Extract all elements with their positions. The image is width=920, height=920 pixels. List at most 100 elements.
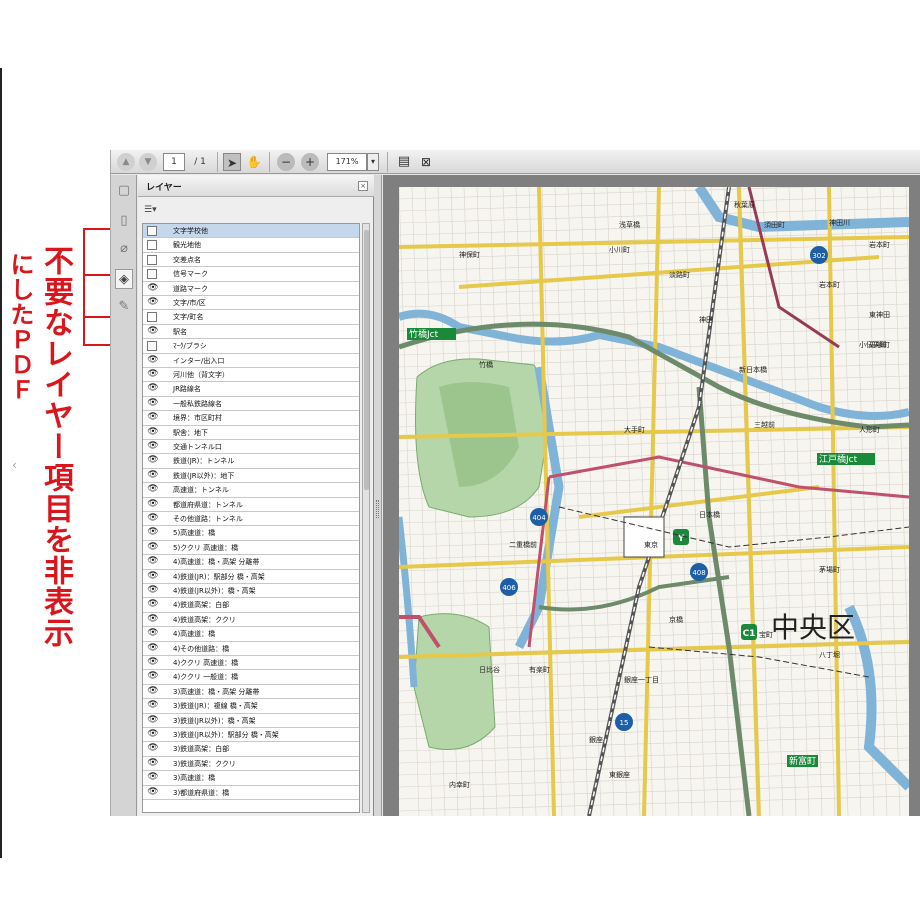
eye-icon[interactable]: 👁 xyxy=(147,643,159,653)
layer-row[interactable]: 👁 道路マーク xyxy=(143,281,359,296)
pages-icon[interactable]: ▢ xyxy=(115,181,133,201)
eye-icon[interactable]: 👁 xyxy=(147,413,159,422)
layers-icon[interactable]: ◈ xyxy=(115,269,133,289)
zoom-out-icon[interactable]: − xyxy=(277,153,295,171)
layer-row[interactable]: 👁 3)鉄道高架：ククリ xyxy=(143,756,359,772)
visibility-checkbox[interactable] xyxy=(147,312,157,323)
visibility-checkbox[interactable] xyxy=(147,269,157,280)
eye-icon[interactable]: 👁 xyxy=(147,398,159,408)
layer-row[interactable]: 👁 3)鉄道(JR)：複線 橋・高架 xyxy=(143,699,359,714)
eye-icon[interactable]: 👁 xyxy=(147,326,159,336)
eye-icon[interactable]: 👁 xyxy=(147,701,159,710)
layer-row[interactable]: 👁 4)ククリ 高速道：橋 xyxy=(143,656,359,671)
eye-icon[interactable]: 👁 xyxy=(147,485,159,494)
layer-row[interactable]: 👁 4)高速道：橋・高架 分離帯 xyxy=(143,555,359,570)
fit-width-icon[interactable]: ⊠ xyxy=(417,153,435,171)
layer-row[interactable]: 👁 4)鉄道高架：白部 xyxy=(143,598,359,613)
layer-row[interactable]: 👁 3)高速道：橋 xyxy=(143,771,359,786)
close-panel-icon[interactable]: × xyxy=(358,181,368,191)
eye-icon[interactable]: 👁 xyxy=(147,773,159,782)
eye-icon[interactable]: 👁 xyxy=(147,384,159,393)
layer-row[interactable]: 👁 4)鉄道高架：ククリ xyxy=(143,612,359,628)
select-arrow-icon[interactable]: ➤ xyxy=(223,153,241,171)
layer-row[interactable]: 文字学校他 xyxy=(143,224,359,239)
eye-icon[interactable]: 👁 xyxy=(147,442,159,451)
eye-icon[interactable]: 👁 xyxy=(147,730,159,739)
layer-row[interactable]: 👁 河川他（背文字） xyxy=(143,368,359,383)
layer-row[interactable]: 👁 境界：市区町村 xyxy=(143,411,359,426)
eye-icon[interactable]: 👁 xyxy=(147,600,159,609)
layer-row[interactable]: 👁 4)高速道：橋 xyxy=(143,627,359,642)
eye-icon[interactable]: 👁 xyxy=(147,744,159,753)
layer-row[interactable]: 👁 3)都道府県道：橋 xyxy=(143,785,359,800)
layer-row[interactable]: 👁 一般私鉄路線名 xyxy=(143,396,359,412)
panel-splitter[interactable] xyxy=(374,175,382,816)
left-arrow-icon[interactable]: ‹ xyxy=(12,456,24,474)
layer-row[interactable]: 👁 3)鉄道(JR以外)：駅部分 橋・高架 xyxy=(143,728,359,743)
eye-icon[interactable]: 👁 xyxy=(147,427,159,437)
eye-icon[interactable]: 👁 xyxy=(147,571,159,581)
eye-icon[interactable]: 👁 xyxy=(147,355,159,365)
eye-icon[interactable]: 👁 xyxy=(147,456,159,465)
layer-row[interactable]: 👁 駅名 xyxy=(143,324,359,340)
layer-row[interactable]: ﾏｰｸ/ブラシ xyxy=(143,339,359,354)
options-menu-icon[interactable]: ☰▾ xyxy=(144,205,166,217)
eye-icon[interactable]: 👁 xyxy=(147,614,159,624)
layer-row[interactable]: 👁 4)鉄道(JR)：駅部分 橋・高架 xyxy=(143,569,359,584)
eye-icon[interactable]: 👁 xyxy=(147,658,159,667)
layer-row[interactable]: 👁 4)ククリ 一般道：橋 xyxy=(143,670,359,685)
eye-icon[interactable]: 👁 xyxy=(147,629,159,638)
eye-icon[interactable]: 👁 xyxy=(147,470,159,480)
eye-icon[interactable]: 👁 xyxy=(147,499,159,509)
layer-row[interactable]: 👁 その他道路：トンネル xyxy=(143,512,359,527)
fit-page-icon[interactable]: ▤ xyxy=(395,153,413,171)
eye-icon[interactable]: 👁 xyxy=(147,557,159,566)
signature-icon[interactable]: ✎ xyxy=(115,297,133,317)
layer-row[interactable]: 👁 文字/市/区 xyxy=(143,296,359,311)
zoom-level-input[interactable]: 171% xyxy=(327,153,367,171)
layer-row[interactable]: 👁 駅舎：地下 xyxy=(143,425,359,440)
visibility-checkbox[interactable] xyxy=(147,226,157,236)
visibility-checkbox[interactable] xyxy=(147,254,157,265)
layer-row[interactable]: 👁 鉄道(JR以外)：地下 xyxy=(143,468,359,484)
eye-icon[interactable]: 👁 xyxy=(147,514,159,523)
zoom-in-icon[interactable]: + xyxy=(301,153,319,171)
eye-icon[interactable]: 👁 xyxy=(147,787,159,797)
eye-icon[interactable]: 👁 xyxy=(147,715,159,725)
eye-icon[interactable]: 👁 xyxy=(147,298,159,307)
visibility-checkbox[interactable] xyxy=(147,240,157,251)
visibility-checkbox[interactable] xyxy=(147,341,157,352)
eye-icon[interactable]: 👁 xyxy=(147,686,159,696)
layer-row[interactable]: 文字/町名 xyxy=(143,310,359,325)
hand-tool-icon[interactable]: ✋ xyxy=(245,153,263,171)
eye-icon[interactable]: 👁 xyxy=(147,528,159,537)
prev-page-up-icon[interactable]: ▲ xyxy=(117,153,135,171)
layer-row[interactable]: 交差点名 xyxy=(143,252,359,268)
next-page-down-icon[interactable]: ▼ xyxy=(139,153,157,171)
splitter-grip-icon[interactable] xyxy=(376,500,379,518)
scrollbar-thumb[interactable] xyxy=(364,230,369,490)
layer-row[interactable]: 観光地他 xyxy=(143,238,359,253)
eye-icon[interactable]: 👁 xyxy=(147,586,159,595)
layer-row[interactable]: 👁 都道府県道：トンネル xyxy=(143,497,359,512)
eye-icon[interactable]: 👁 xyxy=(147,283,159,293)
layer-row[interactable]: 👁 4)その他道路：橋 xyxy=(143,641,359,656)
layer-row[interactable]: 信号マーク xyxy=(143,267,359,282)
layer-row[interactable]: 👁 3)高速道：橋・高架 分離帯 xyxy=(143,684,359,700)
eye-icon[interactable]: 👁 xyxy=(147,672,159,681)
layer-row[interactable]: 👁 3)鉄道(JR以外)：橋・高架 xyxy=(143,713,359,728)
layer-row[interactable]: 👁 交通トンネル口 xyxy=(143,440,359,455)
layer-row[interactable]: 👁 3)鉄道高架：白部 xyxy=(143,742,359,757)
eye-icon[interactable]: 👁 xyxy=(147,370,159,379)
eye-icon[interactable]: 👁 xyxy=(147,758,159,768)
page-number-input[interactable]: 1 xyxy=(163,153,185,171)
attachment-icon[interactable]: ⌀ xyxy=(115,239,133,259)
layer-row[interactable]: 👁 高速道：トンネル xyxy=(143,483,359,498)
bookmark-icon[interactable]: ▯ xyxy=(115,211,133,231)
layer-list-scrollbar[interactable] xyxy=(362,223,370,813)
layer-row[interactable]: 👁 JR路線名 xyxy=(143,382,359,397)
layer-row[interactable]: 👁 4)鉄道(JR以外)：橋・高架 xyxy=(143,584,359,599)
layer-row[interactable]: 👁 インター/出入口 xyxy=(143,353,359,368)
layer-row[interactable]: 👁 鉄道(JR)：トンネル xyxy=(143,454,359,469)
eye-icon[interactable]: 👁 xyxy=(147,542,159,552)
